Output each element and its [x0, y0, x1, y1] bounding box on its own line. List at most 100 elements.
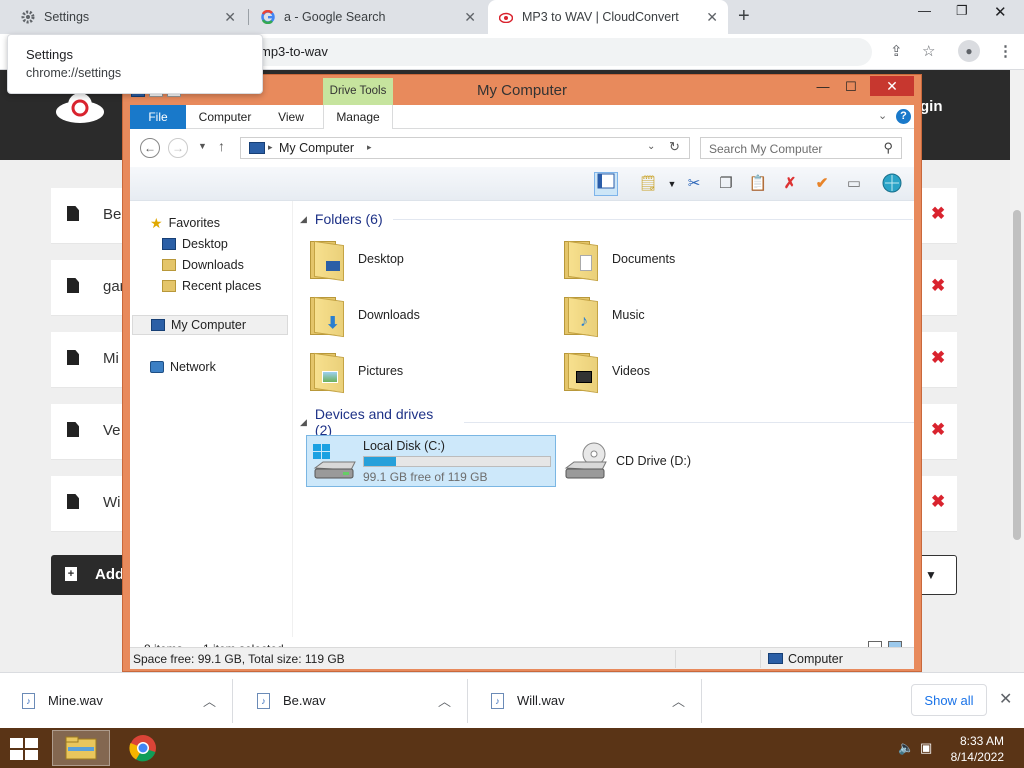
folder-item-documents[interactable]: Documents	[562, 233, 802, 285]
paste-icon[interactable]: 📋	[746, 172, 770, 196]
cloudconvert-logo[interactable]	[54, 92, 106, 124]
folder-item-pictures[interactable]: Pictures	[308, 345, 548, 397]
download-item[interactable]: ♪ Be.wav ︿	[235, 679, 468, 723]
preview-pane-icon[interactable]	[594, 172, 618, 196]
tab-file[interactable]: File	[130, 105, 186, 129]
nav-favorites[interactable]: ★ Favorites	[150, 213, 220, 233]
nav-label: Downloads	[182, 258, 244, 272]
refresh-icon[interactable]: ↻	[669, 139, 680, 155]
network-globe-icon[interactable]	[880, 172, 904, 196]
close-icon[interactable]: ✕	[870, 76, 914, 96]
new-tab-button[interactable]: +	[738, 5, 750, 28]
chevron-up-icon[interactable]: ︿	[203, 691, 216, 710]
breadcrumb-chevron-icon[interactable]: ▸	[367, 142, 372, 153]
explorer-window: Drive Tools My Computer — ☐ ✕ File Compu…	[122, 74, 922, 672]
show-all-button[interactable]: Show all	[911, 684, 987, 716]
windows-start-icon[interactable]	[10, 738, 38, 760]
remove-file-icon[interactable]: ✖	[931, 204, 945, 224]
desktop-folder-icon	[308, 237, 348, 282]
close-window-icon[interactable]: ✕	[994, 3, 1007, 21]
restore-icon[interactable]: ❐	[956, 3, 968, 19]
folder-item-music[interactable]: ♪ Music	[562, 289, 802, 341]
minimize-icon[interactable]: —	[918, 3, 931, 18]
documents-folder-icon	[562, 237, 602, 282]
search-box[interactable]: Search My Computer ⚲	[700, 137, 902, 159]
help-icon[interactable]: ?	[896, 109, 911, 124]
nav-downloads[interactable]: Downloads	[162, 255, 244, 275]
close-tab-icon[interactable]: ✕	[706, 9, 718, 26]
profile-avatar[interactable]: ●	[958, 40, 980, 62]
nav-recent-places[interactable]: Recent places	[162, 276, 261, 296]
tab-google-search[interactable]: a - Google Search ✕	[250, 0, 486, 34]
chevron-up-icon[interactable]: ︿	[438, 691, 451, 710]
volume-muted-icon[interactable]: 🔈	[898, 740, 914, 756]
breadcrumb-chevron-icon[interactable]: ▸	[268, 142, 273, 153]
scrollbar-thumb[interactable]	[1013, 210, 1021, 540]
search-placeholder: Search My Computer	[709, 142, 823, 156]
tab-view[interactable]: View	[264, 105, 318, 129]
folder-item-videos[interactable]: Videos	[562, 345, 802, 397]
pane-divider	[292, 201, 293, 637]
nav-label: Desktop	[182, 237, 228, 251]
folder-item-downloads[interactable]: ⬇ Downloads	[308, 289, 548, 341]
hard-drive-icon	[311, 442, 357, 482]
properties-icon[interactable]: 🗒	[636, 172, 660, 196]
remove-file-icon[interactable]: ✖	[931, 348, 945, 368]
download-item[interactable]: ♪ Mine.wav ︿	[0, 679, 233, 723]
bookmark-star-icon[interactable]: ☆	[922, 42, 935, 60]
tab-computer[interactable]: Computer	[190, 105, 260, 129]
login-link[interactable]: gin	[920, 98, 943, 115]
chevron-down-icon: ▼	[925, 568, 937, 582]
share-icon[interactable]: ⇪	[890, 42, 903, 60]
menu-kebab-icon[interactable]: ⋮	[998, 42, 1013, 60]
delete-icon[interactable]: ✗	[778, 172, 802, 196]
tab-cloudconvert[interactable]: MP3 to WAV | CloudConvert ✕	[488, 0, 728, 34]
chrome-taskbar-button[interactable]	[114, 730, 172, 766]
forward-icon[interactable]: →	[168, 138, 188, 158]
system-clock[interactable]: 8:33 AM 8/14/2022	[944, 733, 1004, 765]
cd-drive-icon	[562, 440, 610, 482]
folders-group-header[interactable]: ◢ Folders (6)	[300, 211, 913, 227]
copy-icon[interactable]: ❐	[714, 172, 738, 196]
cut-icon[interactable]: ✂	[682, 172, 706, 196]
tab-divider	[248, 9, 249, 25]
nav-desktop[interactable]: Desktop	[162, 234, 228, 254]
download-item[interactable]: ♪ Will.wav ︿	[469, 679, 702, 723]
folder-item-desktop[interactable]: Desktop	[308, 233, 548, 285]
nav-my-computer[interactable]: My Computer	[132, 315, 288, 335]
ribbon-expand-icon[interactable]: ⌄	[878, 109, 887, 122]
devices-group-header[interactable]: ◢ Devices and drives (2)	[300, 406, 914, 438]
close-tab-icon[interactable]: ✕	[224, 9, 236, 26]
file-explorer-taskbar-button[interactable]	[52, 730, 110, 766]
remove-file-icon[interactable]: ✖	[931, 276, 945, 296]
close-icon[interactable]: ✕	[999, 689, 1012, 709]
remove-file-icon[interactable]: ✖	[931, 420, 945, 440]
folder-name: Videos	[612, 364, 650, 378]
chevron-down-icon[interactable]: ▼	[660, 172, 684, 196]
rename-icon[interactable]: ✔	[810, 172, 834, 196]
nav-network[interactable]: Network	[150, 357, 216, 377]
page-scrollbar[interactable]	[1010, 70, 1024, 672]
up-icon[interactable]: ↑	[218, 138, 225, 154]
maximize-icon[interactable]: ☐	[841, 77, 861, 97]
file-name: Ve	[103, 422, 121, 439]
tab-hover-tooltip: Settings chrome://settings	[7, 34, 263, 94]
chevron-up-icon[interactable]: ︿	[672, 691, 685, 710]
recent-locations-icon[interactable]: ▼	[198, 141, 207, 151]
address-box[interactable]: ▸ My Computer ▸ ⌄ ↻	[240, 137, 690, 159]
tab-manage[interactable]: Manage	[323, 105, 393, 129]
address-dropdown-icon[interactable]: ⌄	[647, 141, 655, 152]
folder-name: Music	[612, 308, 645, 322]
tab-settings[interactable]: Settings ✕	[10, 0, 246, 34]
back-icon[interactable]: ←	[140, 138, 160, 158]
map-drive-icon[interactable]: ▭	[842, 172, 866, 196]
add-more-files-button[interactable]: + Add	[51, 555, 131, 595]
remove-file-icon[interactable]: ✖	[931, 492, 945, 512]
drive-item-local-disk[interactable]: Local Disk (C:) 99.1 GB free of 119 GB	[306, 435, 556, 487]
minimize-icon[interactable]: —	[813, 77, 833, 97]
drive-item-cd[interactable]: CD Drive (D:)	[562, 437, 762, 485]
network-tray-icon[interactable]: ▣	[920, 740, 932, 756]
audio-file-icon: ♪	[491, 693, 504, 709]
tab-title: Settings	[44, 10, 90, 24]
close-tab-icon[interactable]: ✕	[464, 9, 476, 26]
